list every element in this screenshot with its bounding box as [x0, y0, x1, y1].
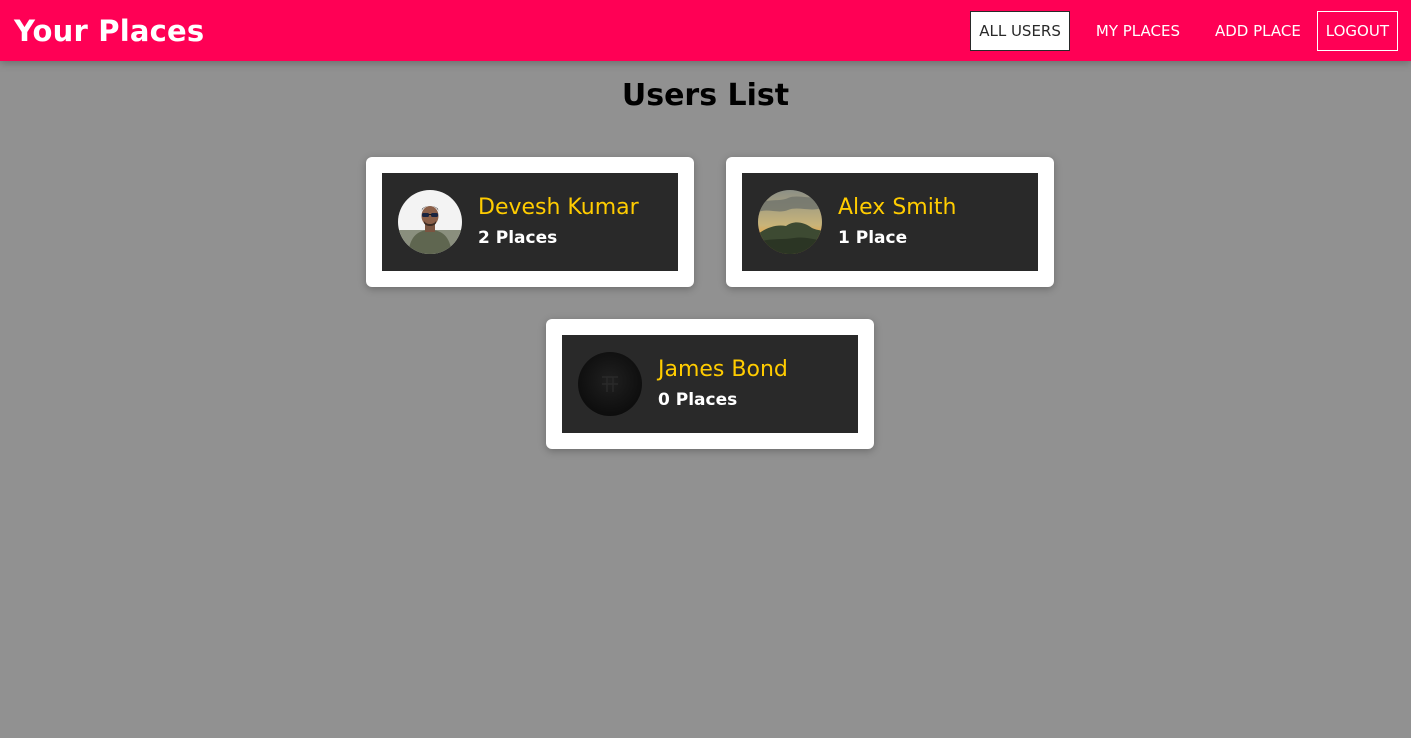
- user-place-count: 0 Places: [658, 390, 738, 410]
- avatar: [398, 190, 462, 254]
- user-name: Devesh Kumar: [478, 195, 639, 220]
- user-info: James Bond 0 Places: [658, 352, 788, 416]
- avatar: [578, 352, 642, 416]
- nav-my-places[interactable]: MY PLACES: [1087, 11, 1189, 51]
- user-card[interactable]: Devesh Kumar 2 Places: [366, 157, 694, 287]
- main-header: Your Places ALL USERS MY PLACES ADD PLAC…: [0, 0, 1411, 61]
- user-name: Alex Smith: [838, 195, 957, 220]
- avatar: [758, 190, 822, 254]
- main-navigation: ALL USERS MY PLACES ADD PLACE LOGOUT: [970, 0, 1398, 61]
- user-name: James Bond: [658, 357, 788, 382]
- app-title[interactable]: Your Places: [14, 14, 204, 48]
- user-place-count: 1 Place: [838, 228, 908, 248]
- dark-emblem-icon: [578, 352, 642, 416]
- user-info: Alex Smith 1 Place: [838, 190, 956, 254]
- user-card[interactable]: James Bond 0 Places: [546, 319, 874, 449]
- person-photo-icon: [398, 190, 462, 254]
- nav-add-place[interactable]: ADD PLACE: [1206, 11, 1310, 51]
- user-info: Devesh Kumar 2 Places: [478, 190, 639, 254]
- landscape-photo-icon: [758, 190, 822, 254]
- user-place-count: 2 Places: [478, 228, 558, 248]
- user-card-content[interactable]: James Bond 0 Places: [562, 335, 858, 433]
- page-title: Users List: [621, 78, 790, 113]
- user-card-content[interactable]: Alex Smith 1 Place: [742, 173, 1038, 271]
- user-card-content[interactable]: Devesh Kumar 2 Places: [382, 173, 678, 271]
- logout-button[interactable]: LOGOUT: [1316, 10, 1398, 51]
- nav-all-users[interactable]: ALL USERS: [970, 10, 1070, 51]
- user-card[interactable]: Alex Smith 1 Place: [726, 157, 1054, 287]
